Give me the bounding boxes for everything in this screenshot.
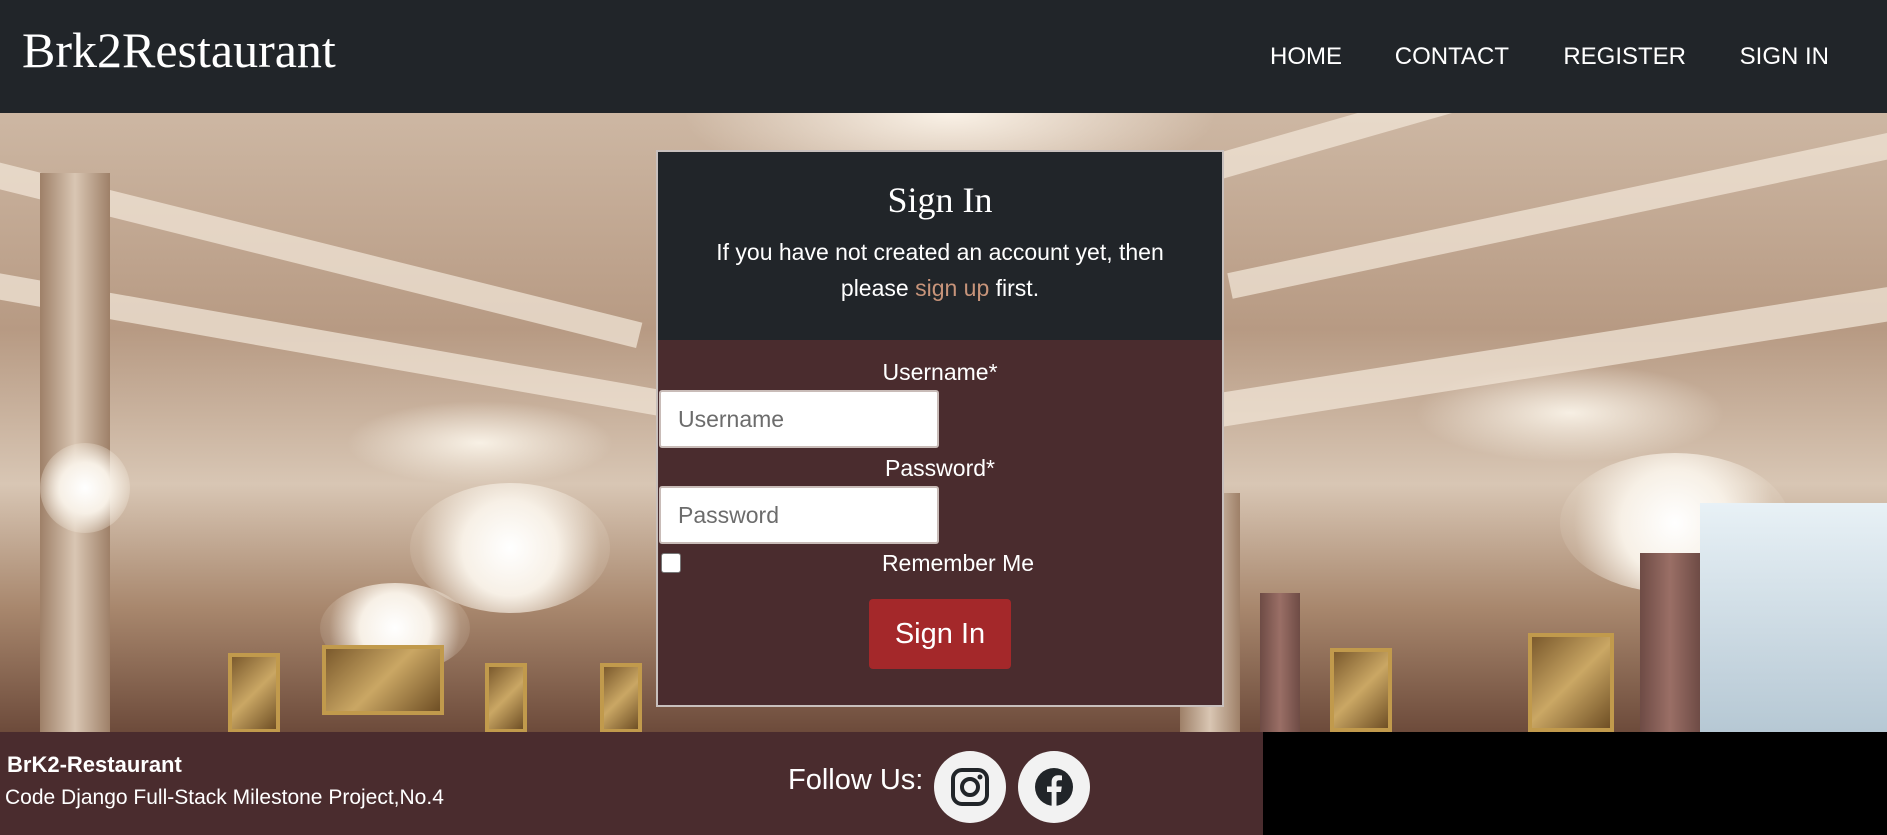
facebook-link[interactable] <box>1018 751 1090 823</box>
site-brand[interactable]: Brk2Restaurant <box>22 20 336 80</box>
nav-sign-in-link[interactable]: SIGN IN <box>1740 42 1829 72</box>
nav-register-link[interactable]: REGISTER <box>1563 42 1686 72</box>
instagram-link[interactable] <box>934 751 1006 823</box>
remember-me-label[interactable]: Remember Me <box>658 549 1258 577</box>
wall-painting <box>1528 633 1614 732</box>
password-label: Password* <box>885 455 995 481</box>
sign-up-link[interactable]: sign up <box>915 275 989 301</box>
sign-in-submit-button[interactable]: Sign In <box>869 599 1011 669</box>
footer-brand: BrK2-Restaurant <box>7 752 182 777</box>
site-header: Brk2Restaurant HOME CONTACT REGISTER SIG… <box>0 0 1887 113</box>
password-input[interactable] <box>659 486 939 544</box>
sign-in-intro-text: If you have not created an account yet, … <box>688 234 1192 306</box>
sign-in-title: Sign In <box>887 180 993 220</box>
nav-contact-link[interactable]: CONTACT <box>1395 42 1509 72</box>
wall-painting <box>228 653 280 732</box>
nav-home-link[interactable]: HOME <box>1270 42 1342 72</box>
username-input[interactable] <box>659 390 939 448</box>
wall-painting <box>1330 648 1392 732</box>
curtain <box>1640 553 1700 732</box>
sign-in-card: Sign In If you have not created an accou… <box>656 150 1224 707</box>
footer-black-panel <box>1263 732 1887 835</box>
follow-us-label: Follow Us: <box>788 764 924 796</box>
wall-painting <box>322 645 444 715</box>
ceiling-beam <box>1227 127 1887 299</box>
wall-painting <box>600 663 642 732</box>
username-label: Username* <box>882 359 998 385</box>
footer-subtitle: Code Django Full-Stack Milestone Project… <box>5 786 444 809</box>
intro-text-end: first. <box>989 275 1040 301</box>
curtain <box>1260 593 1300 732</box>
sign-in-card-header: Sign In If you have not created an accou… <box>658 152 1222 340</box>
wall-lamp <box>40 443 130 533</box>
site-footer: BrK2-Restaurant Code Django Full-Stack M… <box>0 732 1263 835</box>
instagram-icon <box>951 768 989 806</box>
wall-painting <box>485 663 527 732</box>
ceiling-beam <box>1217 283 1887 427</box>
facebook-icon <box>1035 768 1073 806</box>
window <box>1700 503 1887 732</box>
